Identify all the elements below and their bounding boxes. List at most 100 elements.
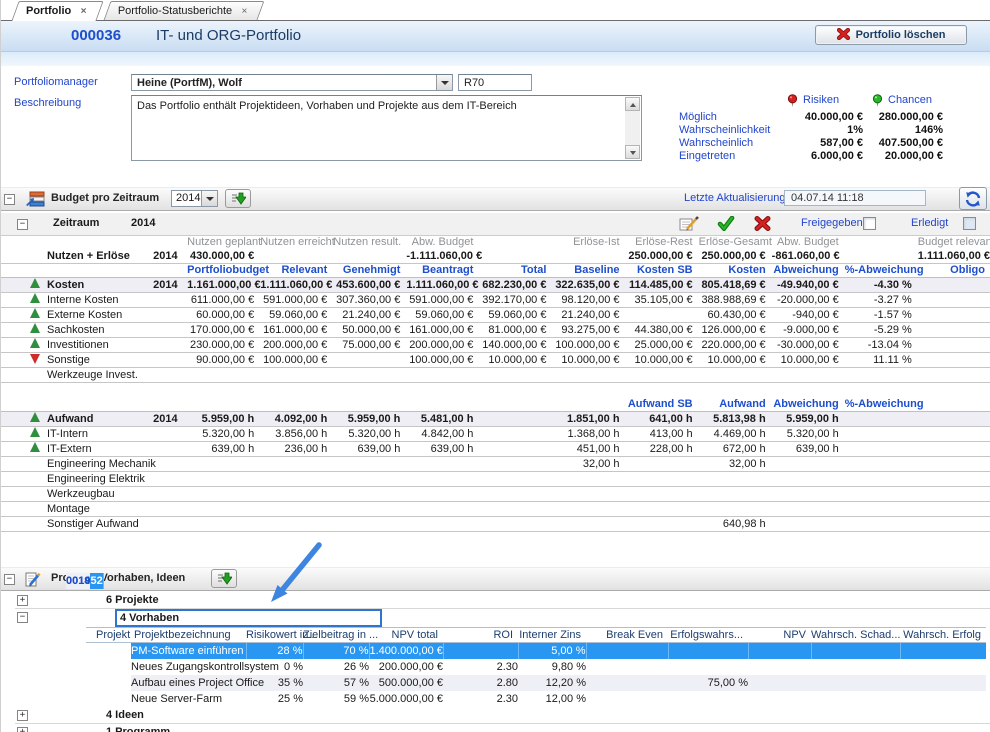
last-update-label: Letzte Aktualisierung: [684, 192, 786, 204]
value-cell: [845, 427, 918, 442]
column-header: Obligo: [918, 264, 990, 278]
value-cell: [406, 472, 479, 487]
freigegeben-label: Freigegeben: [801, 217, 863, 229]
close-icon[interactable]: ×: [242, 3, 248, 21]
year-select[interactable]: 2014: [171, 190, 218, 207]
project-value: 500.000,00 €: [369, 675, 443, 691]
value-cell: 4.469,00 h: [699, 427, 772, 442]
value-cell: [626, 368, 699, 383]
project-value: [811, 691, 900, 707]
reject-x-icon[interactable]: [754, 216, 771, 234]
value-cell: 430.000,00 €: [187, 249, 260, 264]
project-value: [900, 675, 986, 691]
value-cell: [772, 457, 845, 472]
value-cell: [552, 249, 625, 264]
column-header: Portfoliobudget: [187, 264, 260, 278]
value-cell: 59.060,00 €: [260, 308, 333, 323]
column-header: Aufwand: [699, 398, 772, 412]
project-value: 12,00 %: [518, 691, 586, 707]
column-header: [552, 398, 625, 412]
edit-icon[interactable]: [679, 216, 699, 235]
year-cell: 2014: [149, 412, 187, 427]
expand-icon[interactable]: +: [17, 727, 28, 732]
value-cell: [699, 472, 772, 487]
tab-portfolio[interactable]: Portfolio ×: [11, 1, 103, 21]
value-cell: 250.000,00 €: [699, 249, 772, 264]
project-name: Aufbau eines Project Office: [131, 675, 246, 691]
value-cell: [918, 293, 990, 308]
group-ideen[interactable]: + 4 Ideen: [15, 707, 990, 724]
manager-code-field[interactable]: R70: [458, 74, 532, 91]
value-cell: 805.418,69 €: [699, 278, 772, 293]
value-cell: 322.635,00 €: [552, 278, 625, 293]
freigegeben-checkbox[interactable]: [863, 217, 876, 230]
chance-value: 20.000,00 €: [865, 150, 943, 163]
import-budget-button[interactable]: [225, 189, 251, 208]
year-cell: 2014: [149, 249, 187, 264]
manager-field[interactable]: Heine (PortfM), Wolf: [131, 74, 453, 91]
group-vorhaben[interactable]: − 4 Vorhaben: [15, 609, 990, 627]
value-cell: [187, 368, 260, 383]
value-cell: 50.000,00 €: [333, 323, 406, 338]
group-programm[interactable]: + 1 Programm: [15, 724, 990, 732]
collapse-icon[interactable]: −: [17, 219, 28, 230]
project-value: 25 %: [246, 691, 303, 707]
delete-portfolio-button[interactable]: Portfolio löschen: [815, 25, 967, 45]
trend-up-icon: [29, 308, 43, 319]
value-cell: 60.430,00 €: [699, 308, 772, 323]
scroll-up-icon[interactable]: [625, 97, 640, 111]
close-icon[interactable]: ×: [81, 3, 87, 21]
project-row[interactable]: 0019Neue Server-Farm25 %59 %5.000.000,00…: [86, 691, 986, 707]
refresh-button[interactable]: [959, 187, 987, 210]
value-cell: -49.940,00 €: [772, 278, 845, 293]
value-cell: -20.000,00 €: [772, 293, 845, 308]
collapse-icon[interactable]: −: [17, 612, 28, 623]
budget-row: Kosten20141.161.000,00 €1.111.060,00 €45…: [1, 278, 990, 293]
value-cell: 59.060,00 €: [406, 308, 479, 323]
scroll-down-icon[interactable]: [625, 145, 640, 159]
value-cell: [333, 472, 406, 487]
risk-column-label: Risiken: [803, 94, 839, 106]
erledigt-checkbox[interactable]: [963, 217, 976, 230]
scrollbar[interactable]: [625, 97, 640, 159]
collapse-icon[interactable]: −: [4, 574, 15, 585]
chevron-down-icon[interactable]: [436, 75, 452, 90]
project-column-header: NPV: [748, 628, 811, 643]
value-cell: -940,00 €: [772, 308, 845, 323]
value-cell: 114.485,00 €: [626, 278, 699, 293]
value-cell: [552, 472, 625, 487]
value-cell: 10.000,00 €: [626, 353, 699, 368]
group-projekte[interactable]: + 6 Projekte: [15, 592, 990, 609]
trend-up-icon: [29, 323, 43, 334]
value-cell: [918, 487, 990, 502]
tab-bar: Portfolio × Portfolio-Statusberichte ×: [1, 0, 990, 21]
selected-group-box[interactable]: 4 Vorhaben: [115, 609, 382, 627]
budget-row: Interne Kosten611.000,00 €591.000,00 €30…: [1, 293, 990, 308]
trend-up-icon: [29, 412, 43, 423]
value-cell: [260, 487, 333, 502]
project-row[interactable]: 000752PM-Software einführen28 %70 %1.400…: [86, 643, 986, 660]
value-cell: 126.000,00 €: [699, 323, 772, 338]
benefit-header-cell: Erlöse-Rest: [626, 236, 699, 249]
import-projects-button[interactable]: [211, 569, 237, 588]
description-textarea[interactable]: Das Portfolio enthält Projektideen, Vorh…: [131, 95, 642, 161]
erledigt-label: Erledigt: [911, 217, 948, 229]
expand-icon[interactable]: +: [17, 710, 28, 721]
value-cell: [845, 517, 918, 532]
column-header: [479, 398, 552, 412]
budget-table: Nutzen geplantNutzen erreichtNutzen resu…: [1, 236, 990, 532]
collapse-icon[interactable]: −: [4, 194, 15, 205]
project-row[interactable]: 0014Aufbau eines Project Office35 %57 %5…: [86, 675, 986, 691]
project-row[interactable]: 0008Neues Zugangskontrollsystem0 %26 %20…: [86, 659, 986, 675]
expand-icon[interactable]: +: [17, 595, 28, 606]
chevron-down-icon[interactable]: [201, 191, 217, 206]
value-cell: 161.000,00 €: [260, 323, 333, 338]
tab-portfolio-statusberichte[interactable]: Portfolio-Statusberichte ×: [104, 1, 265, 20]
benefit-header-cell: Erlöse-Gesamt: [699, 236, 772, 249]
year-cell: [149, 353, 187, 368]
approve-check-icon[interactable]: [717, 216, 735, 234]
value-cell: 5.959,00 h: [772, 412, 845, 427]
group-label: 4 Ideen: [106, 709, 144, 721]
value-cell: 32,00 h: [699, 457, 772, 472]
value-cell: 1.111.060,00 €: [260, 278, 333, 293]
